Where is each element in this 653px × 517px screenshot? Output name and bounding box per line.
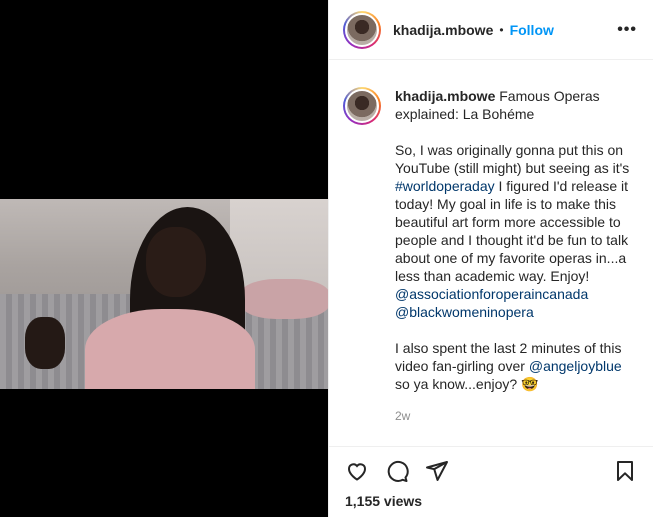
post-panel: khadija.mbowe • Follow ••• khadija.mbowe… xyxy=(328,0,653,517)
caption-paragraph-2: I also spent the last 2 minutes of this … xyxy=(395,339,637,393)
caption-avatar-image xyxy=(345,89,379,123)
avatar-image xyxy=(345,12,379,47)
video-person-hand xyxy=(25,317,65,369)
caption-paragraph-1: So, I was originally gonna put this on Y… xyxy=(395,141,637,321)
video-frame[interactable] xyxy=(0,199,328,389)
caption-para1-text-a: So, I was originally gonna put this on Y… xyxy=(395,142,630,176)
bookmark-icon[interactable] xyxy=(613,459,637,483)
comment-icon[interactable] xyxy=(385,459,409,483)
video-person-body xyxy=(85,309,255,389)
caption-text: khadija.mbowe Famous Operas explained: L… xyxy=(395,87,637,425)
caption-first-line: khadija.mbowe Famous Operas explained: L… xyxy=(395,87,637,123)
separator-dot: • xyxy=(499,22,504,37)
video-area[interactable] xyxy=(0,0,328,517)
hashtag-link[interactable]: #worldoperaday xyxy=(395,178,495,194)
caption-username[interactable]: khadija.mbowe xyxy=(395,88,495,104)
caption-para2-text-b: so ya know...enjoy? 🤓 xyxy=(395,376,539,392)
views-count[interactable]: 1,155 views xyxy=(345,493,637,509)
mention-link[interactable]: @blackwomeninopera xyxy=(395,304,534,320)
caption-avatar[interactable] xyxy=(343,87,381,125)
avatar[interactable] xyxy=(343,10,381,49)
post-header: khadija.mbowe • Follow ••• xyxy=(329,0,653,60)
share-icon[interactable] xyxy=(425,459,449,483)
caption-row: khadija.mbowe Famous Operas explained: L… xyxy=(343,87,637,425)
follow-button[interactable]: Follow xyxy=(510,22,554,38)
video-person-face xyxy=(146,227,206,297)
mention-link[interactable]: @angeljoyblue xyxy=(529,358,622,374)
comments-section[interactable]: khadija.mbowe Famous Operas explained: L… xyxy=(329,61,653,446)
post-timestamp[interactable]: 2w xyxy=(395,407,637,425)
mention-link[interactable]: @associationforoperaincanada xyxy=(395,286,588,302)
action-bar: 1,155 views xyxy=(329,446,653,509)
heart-icon[interactable] xyxy=(345,459,369,483)
action-icons xyxy=(345,459,637,483)
header-username[interactable]: khadija.mbowe xyxy=(393,22,493,38)
video-blanket xyxy=(240,279,328,319)
more-options-icon[interactable]: ••• xyxy=(617,21,637,39)
